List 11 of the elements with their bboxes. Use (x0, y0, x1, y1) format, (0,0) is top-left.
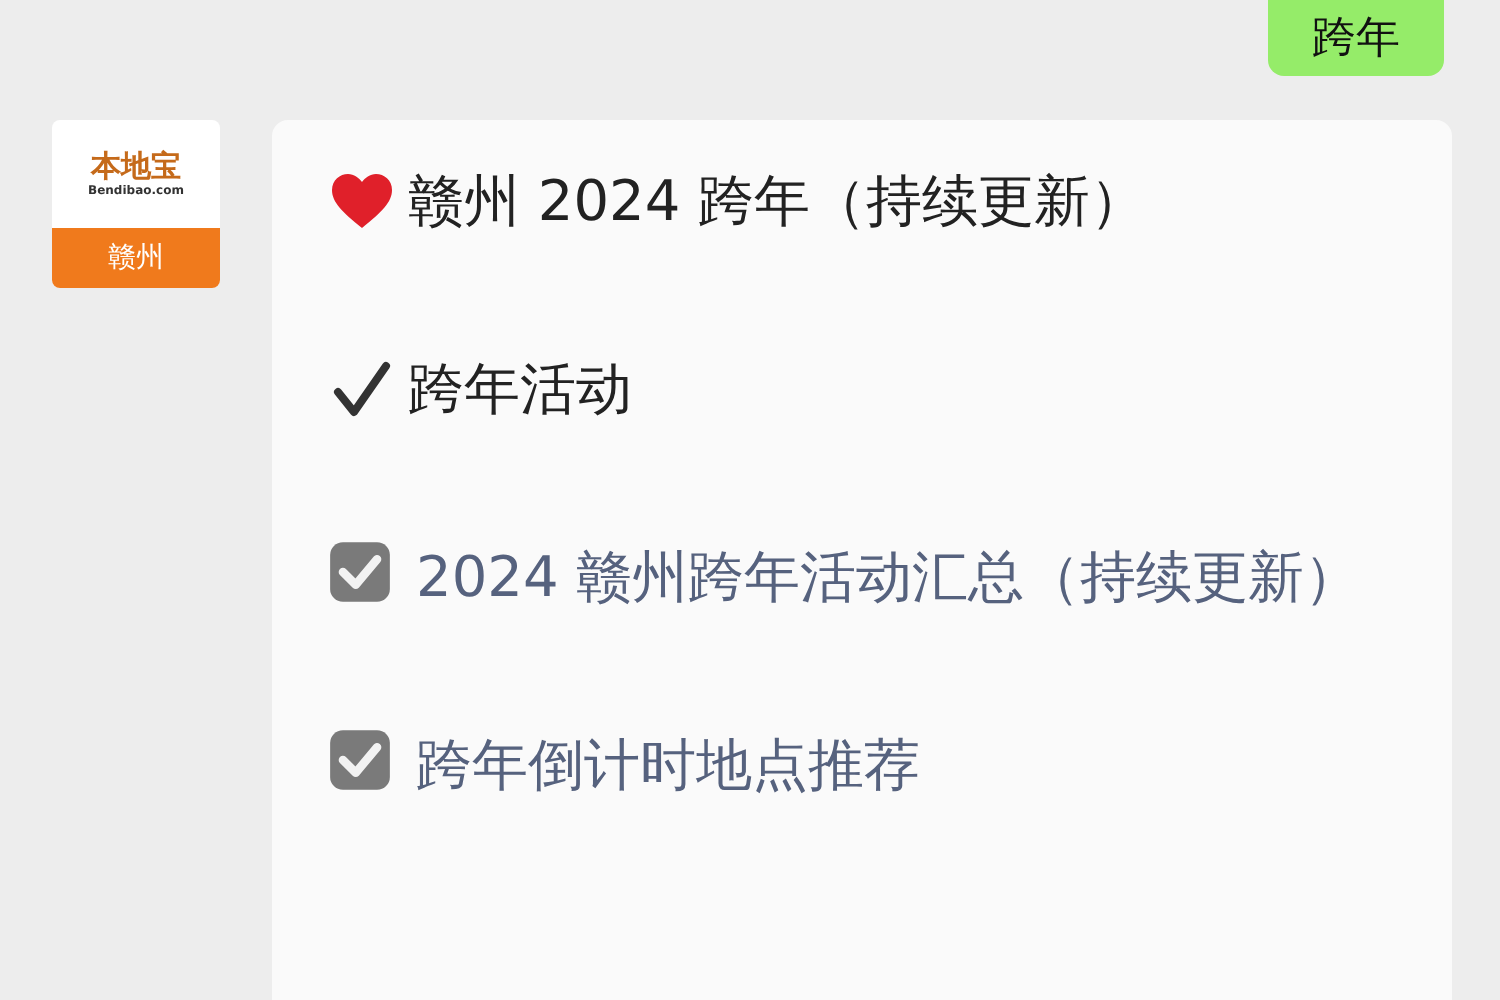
logo-city: 赣州 (52, 228, 220, 288)
checkbox-icon (328, 728, 392, 792)
message-bubble: 跨年 (1268, 0, 1444, 76)
section-label: 跨年活动 (408, 354, 632, 426)
link[interactable]: 2024 赣州跨年活动汇总（持续更新） (328, 532, 1361, 624)
message-title: 赣州 2024 跨年（持续更新） (408, 166, 1147, 238)
heart-icon (328, 172, 396, 232)
checkbox-icon (328, 540, 392, 604)
link[interactable]: 跨年倒计时地点推荐 (328, 720, 920, 812)
check-icon (328, 360, 396, 420)
logo-title: 本地宝 (91, 151, 181, 181)
